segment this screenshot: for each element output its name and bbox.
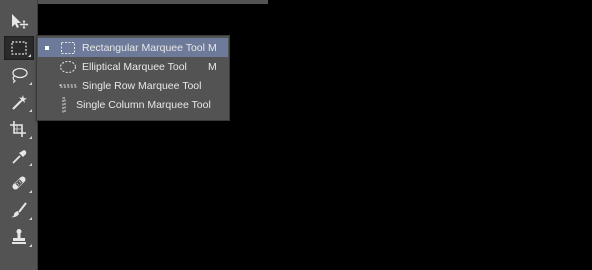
flyout-indicator-icon [29, 163, 32, 166]
elliptical-marquee-icon [60, 60, 76, 73]
healing-brush-tool-button[interactable] [4, 171, 34, 195]
single-column-marquee-icon [62, 97, 66, 112]
options-bar-edge [0, 0, 268, 4]
magic-wand-tool-button[interactable] [4, 90, 34, 114]
menu-item-label: Elliptical Marquee Tool [82, 60, 187, 73]
menu-item-label: Single Row Marquee Tool [82, 79, 202, 92]
menu-item-shortcut: M [208, 41, 217, 54]
flyout-indicator-icon [29, 217, 32, 220]
clone-stamp-icon [12, 229, 26, 244]
move-tool-button[interactable] [4, 9, 34, 33]
menu-item-elliptical-marquee[interactable]: Elliptical Marquee Tool M [38, 57, 228, 76]
menu-item-rectangular-marquee[interactable]: Rectangular Marquee Tool M [38, 38, 228, 57]
menu-item-label: Rectangular Marquee Tool [82, 41, 205, 54]
healing-brush-icon [12, 176, 26, 190]
menu-item-shortcut: M [208, 60, 217, 73]
eyedropper-icon [12, 150, 27, 164]
crop-icon [10, 121, 26, 137]
brush-icon [11, 202, 27, 218]
flyout-indicator-icon [29, 136, 32, 139]
marquee-tool-button[interactable] [4, 36, 34, 60]
flyout-indicator-icon [29, 109, 32, 112]
menu-item-single-column-marquee[interactable]: Single Column Marquee Tool [38, 95, 228, 114]
brush-tool-button[interactable] [4, 198, 34, 222]
clone-stamp-tool-button[interactable] [4, 225, 34, 249]
lasso-tool-button[interactable] [4, 63, 34, 87]
lasso-icon [12, 67, 28, 84]
flyout-indicator-icon [29, 190, 32, 193]
rectangular-marquee-icon [61, 41, 75, 54]
flyout-indicator-icon [28, 54, 31, 57]
tools-panel [0, 0, 38, 270]
crop-tool-button[interactable] [4, 117, 34, 141]
flyout-indicator-icon [29, 244, 32, 247]
single-row-marquee-icon [59, 84, 77, 87]
move-icon [12, 14, 29, 29]
marquee-tools-flyout-menu: Rectangular Marquee Tool M Elliptical Ma… [36, 35, 230, 121]
menu-item-single-row-marquee[interactable]: Single Row Marquee Tool [38, 76, 228, 95]
current-tool-bullet [38, 45, 56, 50]
rectangular-marquee-icon [11, 41, 27, 55]
eyedropper-tool-button[interactable] [4, 144, 34, 168]
menu-item-label: Single Column Marquee Tool [76, 98, 211, 111]
magic-wand-icon [12, 95, 27, 110]
flyout-indicator-icon [29, 82, 32, 85]
